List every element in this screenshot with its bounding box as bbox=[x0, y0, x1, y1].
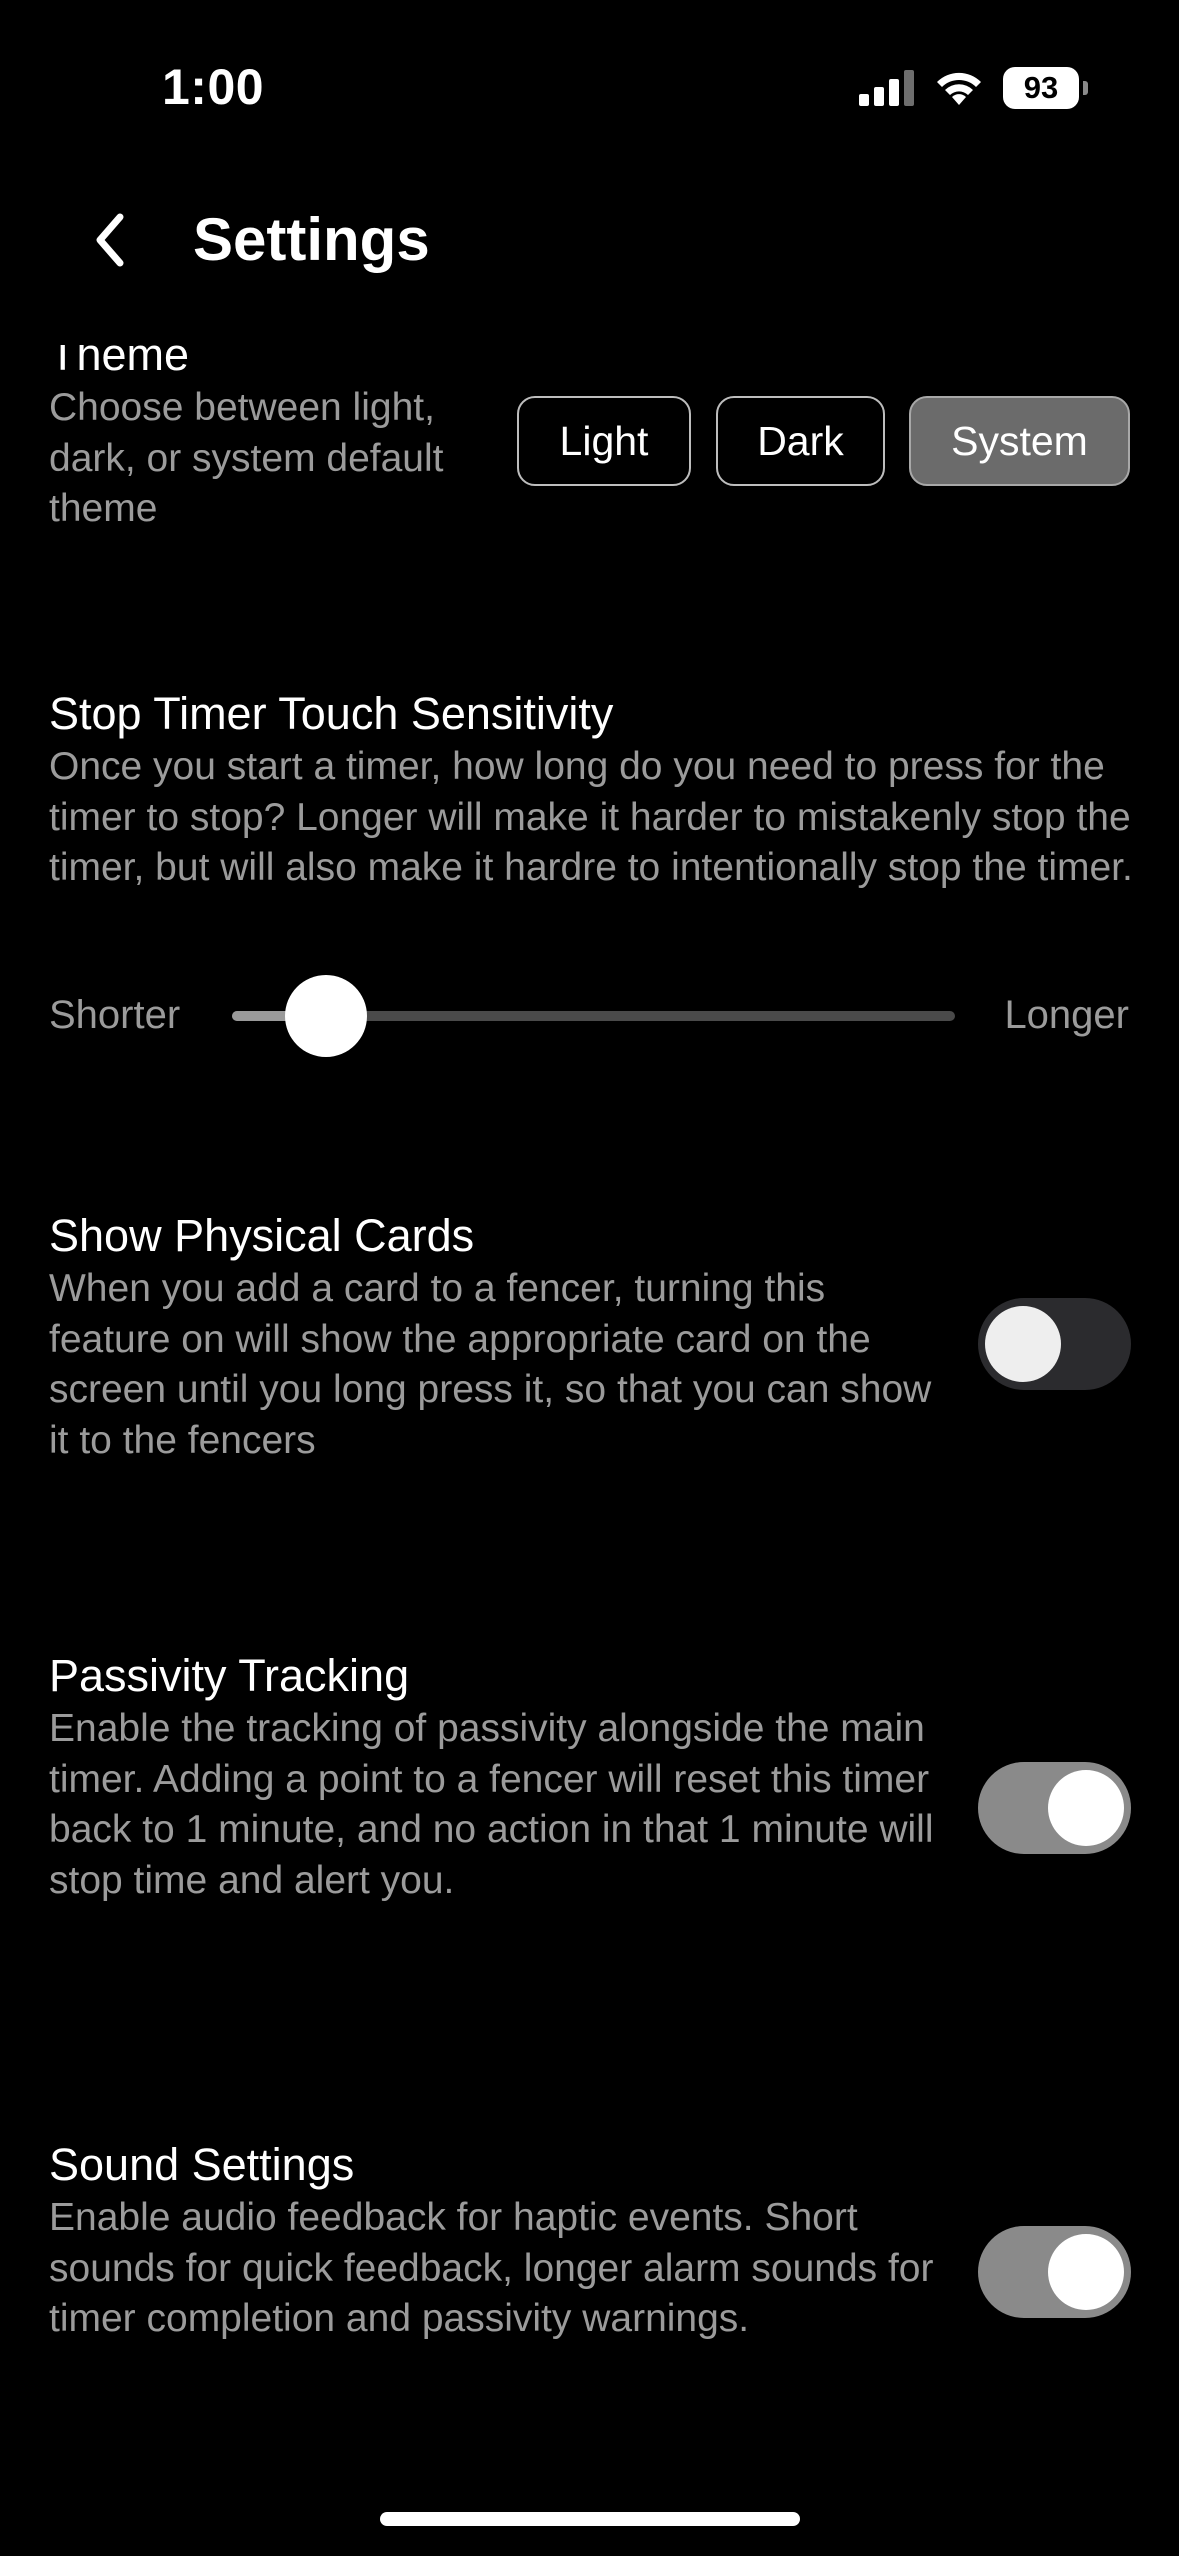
status-icons: 93 bbox=[859, 62, 1088, 114]
physical-cards-description: When you add a card to a fencer, turning… bbox=[49, 1267, 932, 1462]
slider-min-label: Shorter bbox=[49, 993, 181, 1037]
stop-timer-section: Stop Timer Touch Sensitivity Once you st… bbox=[49, 686, 1139, 894]
slider-max-label: Longer bbox=[1004, 993, 1129, 1037]
physical-cards-toggle[interactable] bbox=[978, 1298, 1131, 1390]
page-title: Settings bbox=[193, 206, 430, 273]
status-time: 1:00 bbox=[162, 59, 265, 115]
stop-timer-description: Once you start a timer, how long do you … bbox=[49, 745, 1133, 889]
passivity-section: Passivity Tracking Enable the tracking o… bbox=[49, 1648, 949, 1906]
toggle-knob bbox=[1048, 1770, 1124, 1846]
toggle-knob bbox=[985, 1306, 1061, 1382]
physical-cards-title: Show Physical Cards bbox=[49, 1210, 475, 1261]
theme-option-system[interactable]: System bbox=[909, 396, 1130, 486]
passivity-description: Enable the tracking of passivity alongsi… bbox=[49, 1707, 934, 1902]
theme-option-dark[interactable]: Dark bbox=[716, 396, 885, 486]
stop-timer-title: Stop Timer Touch Sensitivity bbox=[49, 688, 614, 739]
sensitivity-slider-thumb[interactable] bbox=[284, 975, 367, 1057]
theme-description: Choose between light, dark, or system de… bbox=[49, 386, 444, 530]
toggle-knob bbox=[1048, 2234, 1124, 2310]
battery-cap bbox=[1083, 81, 1088, 95]
sound-toggle[interactable] bbox=[978, 2226, 1131, 2318]
battery-level: 93 bbox=[1023, 70, 1059, 105]
theme-option-light[interactable]: Light bbox=[517, 396, 691, 486]
theme-title: Theme bbox=[49, 345, 190, 380]
back-button[interactable] bbox=[80, 205, 140, 275]
passivity-title: Passivity Tracking bbox=[49, 1650, 410, 1701]
sound-description: Enable audio feedback for haptic events.… bbox=[49, 2196, 934, 2340]
passivity-toggle[interactable] bbox=[978, 1762, 1131, 1854]
battery-icon: 93 bbox=[1003, 67, 1088, 109]
sound-title: Sound Settings bbox=[49, 2139, 355, 2190]
home-indicator bbox=[380, 2512, 800, 2526]
physical-cards-section: Show Physical Cards When you add a card … bbox=[49, 1208, 949, 1466]
wifi-icon bbox=[937, 72, 981, 105]
cellular-signal-icon bbox=[859, 70, 914, 106]
chevron-left-icon bbox=[96, 213, 124, 267]
sound-section: Sound Settings Enable audio feedback for… bbox=[49, 2137, 949, 2345]
